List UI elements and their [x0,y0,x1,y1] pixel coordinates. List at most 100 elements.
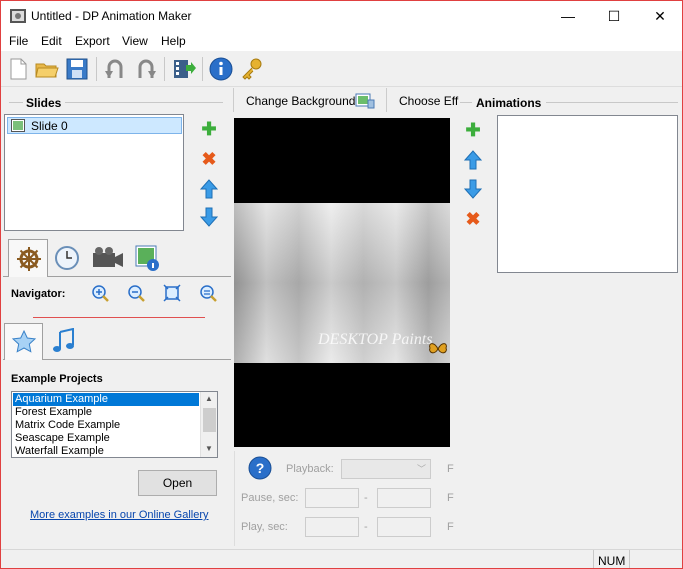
clock-icon [55,246,79,270]
play-label: Play, sec: [241,521,288,533]
slides-header: Slides [26,96,62,110]
example-item[interactable]: Waterfall Example [13,445,104,457]
ship-wheel-icon [17,247,41,271]
scroll-down-arrow-icon[interactable]: ▼ [205,444,213,453]
tab-navigator[interactable] [8,239,48,277]
export-video-icon[interactable] [171,56,197,82]
tab-image-info[interactable] [134,244,160,275]
zoom-actual-icon [200,285,217,302]
trailing-label: F [447,463,454,475]
music-note-icon [53,327,74,352]
help-button[interactable]: ? [247,455,273,484]
trailing-label: F [447,521,454,533]
example-item[interactable]: Seascape Example [13,432,110,445]
video-camera-icon [93,247,123,267]
example-item[interactable]: Matrix Code Example [13,419,120,432]
pause-to-input[interactable] [377,488,431,508]
group-line [460,102,472,103]
scroll-up-arrow-icon[interactable]: ▲ [205,394,213,403]
new-icon[interactable] [5,56,31,82]
toolbar [1,51,682,87]
undo-icon[interactable] [102,56,128,82]
chevron-down-icon: ﹀ [417,464,427,474]
slide-item[interactable]: Slide 0 [7,117,182,134]
move-animation-down-button[interactable] [463,179,483,202]
example-projects-header: Example Projects [11,373,103,385]
navigator-label: Navigator: [11,288,66,300]
trailing-label: F [447,492,454,504]
example-projects-list[interactable]: Aquarium Example Forest Example Matrix C… [11,391,218,458]
zoom-out-icon [128,285,145,302]
minimize-button[interactable]: — [545,1,591,31]
change-background-button[interactable] [355,91,375,112]
stage-canvas[interactable]: DESKTOP Paints [234,118,450,447]
menu-edit[interactable]: Edit [41,34,62,48]
online-gallery-link[interactable]: More examples in our Online Gallery [30,509,209,521]
play-dash: - [364,521,368,533]
zoom-in-icon [92,285,109,302]
choose-effect-label[interactable]: Choose Eff [399,94,458,108]
group-line [65,102,223,103]
background-image-icon [355,93,375,109]
svg-text:?: ? [256,460,265,476]
tab-timer[interactable] [54,245,80,274]
add-animation-button[interactable]: ✚ [462,119,484,141]
maximize-button[interactable]: ☐ [591,1,637,31]
play-to-input[interactable] [377,517,431,537]
list-scrollbar[interactable]: ▲ ▼ [200,392,217,457]
menu-help[interactable]: Help [161,34,186,48]
move-slide-up-button[interactable] [199,179,219,202]
pause-label: Pause, sec: [241,492,299,504]
delete-animation-button[interactable]: ✖ [462,208,484,230]
scrollbar-thumb[interactable] [203,408,216,432]
status-divider [629,550,630,568]
menu-file[interactable]: File [9,34,28,48]
example-item-selected[interactable]: Aquarium Example [13,393,199,406]
image-info-icon [135,245,159,271]
zoom-actual-button[interactable] [199,284,217,305]
playback-select[interactable]: ﹀ [341,459,431,479]
menu-view[interactable]: View [122,34,148,48]
zoom-in-button[interactable] [91,284,109,305]
move-slide-down-button[interactable] [199,207,219,230]
menu-export[interactable]: Export [75,34,110,48]
app-window: Untitled - DP Animation Maker — ☐ ✕ File… [0,0,683,569]
navigator-preview-line [33,317,205,318]
info-icon[interactable] [208,56,234,82]
delete-slide-button[interactable]: ✖ [198,148,220,170]
open-example-button[interactable]: Open [138,470,217,496]
slides-list[interactable]: Slide 0 [4,114,184,231]
change-background-label[interactable]: Change Background [246,94,355,108]
play-from-input[interactable] [305,517,359,537]
example-item[interactable]: Forest Example [13,406,92,419]
menu-bar: File Edit Export View Help [1,31,682,51]
key-icon[interactable] [239,56,265,82]
group-line [546,102,678,103]
star-icon [11,329,37,353]
tab-music[interactable] [51,327,77,357]
close-button[interactable]: ✕ [637,1,682,31]
tab-camera[interactable] [91,245,125,274]
slide-thumbnail-icon [11,119,25,132]
redo-icon[interactable] [133,56,159,82]
divider [234,451,235,546]
animations-list[interactable] [497,115,678,273]
group-line [9,102,23,103]
toolbar-separator [164,57,165,81]
add-slide-button[interactable]: ✚ [198,118,220,140]
pause-from-input[interactable] [305,488,359,508]
tab-examples[interactable] [4,323,43,360]
save-icon[interactable] [64,56,90,82]
open-folder-icon[interactable] [34,56,60,82]
toolbar-separator [202,57,203,81]
watermark-text: DESKTOP Paints [318,331,433,348]
app-logo-icon [10,9,26,23]
slide-item-label: Slide 0 [31,119,68,133]
status-divider [593,550,594,568]
fit-to-window-button[interactable] [163,284,181,305]
stage-background-image: DESKTOP Paints [234,203,450,363]
fit-window-icon [163,284,181,302]
zoom-out-button[interactable] [127,284,145,305]
move-animation-up-button[interactable] [463,150,483,173]
divider [386,88,387,112]
